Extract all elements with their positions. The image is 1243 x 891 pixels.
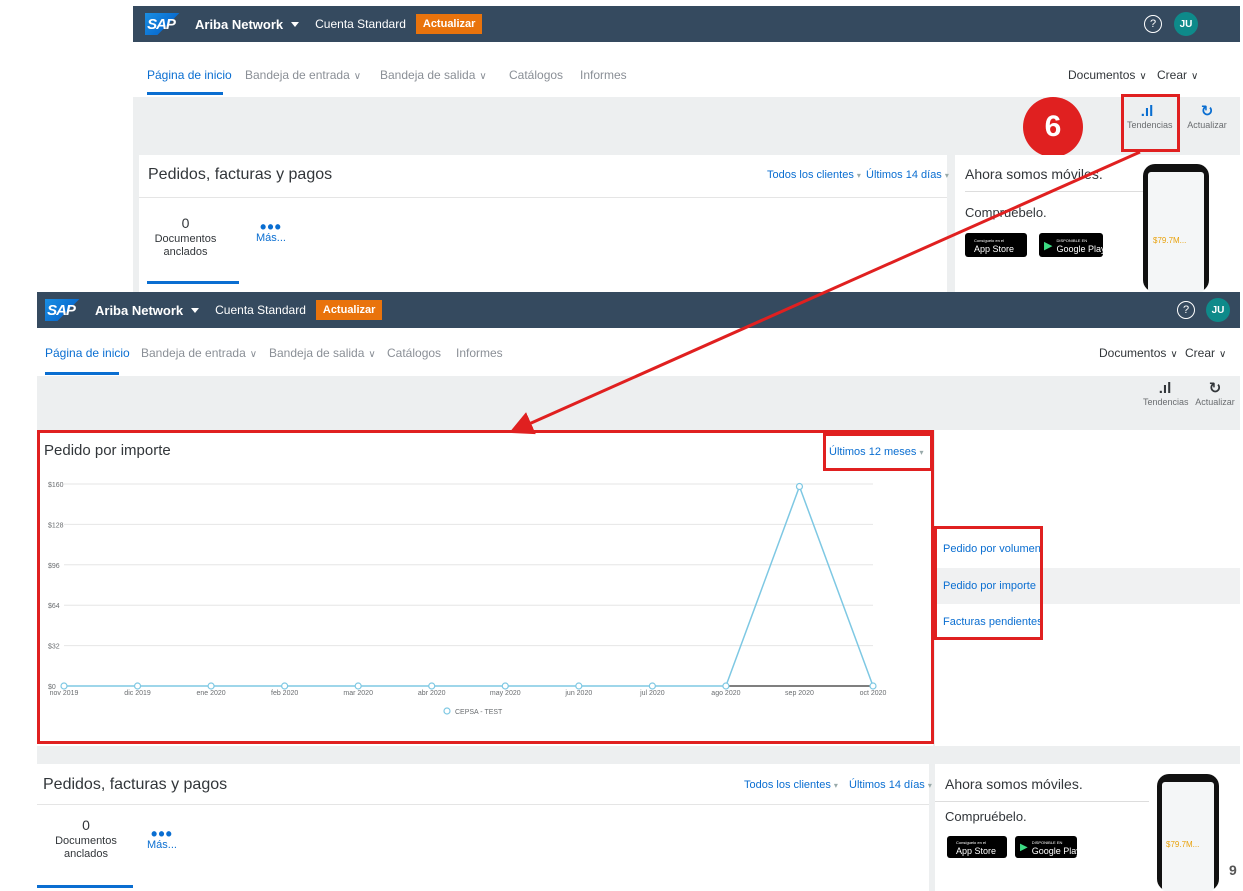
more-link[interactable]: ••• Más... bbox=[147, 825, 177, 851]
phone-image: $79.7M... bbox=[1143, 164, 1209, 292]
app-store-badge[interactable]: Consíguelo en el App Store bbox=[947, 836, 1007, 858]
mobile-divider bbox=[965, 191, 1145, 192]
active-tab-indicator bbox=[147, 92, 223, 95]
pinned-underline bbox=[37, 885, 133, 888]
brand-name[interactable]: Ariba Network bbox=[95, 303, 183, 318]
upgrade-button[interactable]: Actualizar bbox=[415, 14, 483, 34]
account-type[interactable]: Cuenta Standard bbox=[215, 303, 306, 317]
play-icon: ▶ bbox=[1044, 239, 1053, 252]
help-icon[interactable]: ? bbox=[1144, 15, 1162, 33]
pinned-docs[interactable]: 0 Documentos anclados bbox=[51, 818, 121, 861]
mobile-divider bbox=[935, 801, 1149, 802]
google-play-badge[interactable]: ▶ DISPONIBLE EN Google Play bbox=[1015, 836, 1081, 858]
highlight-side-links bbox=[934, 526, 1043, 640]
period-filter[interactable]: Últimos 14 días ▾ bbox=[849, 779, 932, 791]
card-divider bbox=[37, 804, 929, 805]
step-callout: 6 bbox=[1023, 97, 1083, 157]
sap-logo[interactable]: SAP bbox=[145, 13, 185, 35]
orders-card-top: Pedidos, facturas y pagos Todos los clie… bbox=[139, 155, 949, 292]
card-title: Pedidos, facturas y pagos bbox=[148, 166, 333, 183]
upgrade-button[interactable]: Actualizar bbox=[315, 300, 383, 320]
tab-home[interactable]: Página de inicio bbox=[45, 346, 130, 360]
help-icon[interactable]: ? bbox=[1177, 301, 1195, 319]
create-menu[interactable]: Crear ∨ bbox=[1185, 346, 1226, 360]
tab-outbox[interactable]: Bandeja de salida ∨ bbox=[269, 346, 376, 360]
refresh-button[interactable]: ↻ Actualizar bbox=[1193, 380, 1237, 408]
bar-chart-icon: .ıl bbox=[1158, 380, 1172, 397]
mobile-card-bottom: Ahora somos móviles. Compruébelo. Consíg… bbox=[935, 764, 1240, 891]
highlight-chart-panel bbox=[37, 430, 934, 744]
card-title: Pedidos, facturas y pagos bbox=[43, 776, 228, 793]
page-number: 9 bbox=[1229, 862, 1237, 878]
mobile-subtitle: Compruébelo. bbox=[945, 809, 1027, 824]
tab-reports[interactable]: Informes bbox=[580, 68, 627, 82]
sap-logo[interactable]: SAP bbox=[45, 299, 85, 321]
highlight-trends bbox=[1121, 94, 1180, 152]
more-link[interactable]: ••• Más... bbox=[256, 218, 286, 244]
documents-menu[interactable]: Documentos ∨ bbox=[1099, 346, 1178, 360]
clients-filter[interactable]: Todos los clientes ▾ bbox=[767, 169, 861, 181]
play-icon: ▶ bbox=[1020, 841, 1028, 853]
bottom-nav-bar: Página de inicio Bandeja de entrada ∨ Ban… bbox=[37, 328, 1240, 376]
avatar[interactable]: JU bbox=[1174, 12, 1198, 36]
pinned-underline bbox=[147, 281, 239, 284]
phone-image: $79.7M... bbox=[1157, 774, 1219, 891]
create-menu[interactable]: Crear ∨ bbox=[1157, 68, 1198, 82]
tab-outbox[interactable]: Bandeja de salida ∨ bbox=[380, 68, 487, 82]
active-tab-indicator bbox=[45, 372, 119, 375]
app-store-badge[interactable]: Consíguelo en el App Store bbox=[965, 233, 1027, 257]
period-filter[interactable]: Últimos 14 días ▾ bbox=[866, 169, 949, 181]
tab-reports[interactable]: Informes bbox=[456, 346, 503, 360]
refresh-icon: ↻ bbox=[1208, 380, 1222, 397]
phone-stat: $79.7M... bbox=[1166, 840, 1200, 849]
avatar[interactable]: JU bbox=[1206, 298, 1230, 322]
tab-inbox[interactable]: Bandeja de entrada ∨ bbox=[245, 68, 361, 82]
tab-inbox[interactable]: Bandeja de entrada ∨ bbox=[141, 346, 257, 360]
card-divider bbox=[139, 197, 947, 198]
top-shell-bar: SAP Ariba Network Cuenta Standard Actual… bbox=[133, 6, 1240, 42]
mobile-title: Ahora somos móviles. bbox=[965, 166, 1103, 182]
mobile-title: Ahora somos móviles. bbox=[945, 776, 1083, 792]
mobile-subtitle: Compruébelo. bbox=[965, 205, 1047, 220]
chevron-down-icon[interactable] bbox=[291, 21, 300, 27]
clients-filter[interactable]: Todos los clientes ▾ bbox=[744, 779, 838, 791]
refresh-icon: ↻ bbox=[1200, 103, 1214, 120]
google-play-badge[interactable]: ▶ DISPONIBLE EN Google Play bbox=[1039, 233, 1106, 257]
mobile-card-top: Ahora somos móviles. Compruébelo. Consíg… bbox=[955, 155, 1240, 292]
tab-catalogs[interactable]: Catálogos bbox=[509, 68, 563, 82]
orders-card-bottom: Pedidos, facturas y pagos Todos los clie… bbox=[37, 764, 932, 891]
chevron-down-icon[interactable] bbox=[191, 307, 200, 313]
bottom-shell-bar: SAP Ariba Network Cuenta Standard Actual… bbox=[37, 292, 1240, 328]
phone-stat: $79.7M... bbox=[1153, 236, 1187, 245]
top-nav-bar: Página de inicio Bandeja de entrada ∨ Ban… bbox=[133, 50, 1240, 96]
pinned-docs[interactable]: 0 Documentos anclados bbox=[153, 216, 218, 259]
tab-catalogs[interactable]: Catálogos bbox=[387, 346, 441, 360]
trends-button[interactable]: .ıl Tendencias bbox=[1143, 380, 1189, 408]
brand-name[interactable]: Ariba Network bbox=[195, 17, 283, 32]
documents-menu[interactable]: Documentos ∨ bbox=[1068, 68, 1147, 82]
refresh-button[interactable]: ↻ Actualizar bbox=[1184, 103, 1230, 131]
account-type[interactable]: Cuenta Standard bbox=[315, 17, 406, 31]
tab-home[interactable]: Página de inicio bbox=[147, 68, 232, 82]
